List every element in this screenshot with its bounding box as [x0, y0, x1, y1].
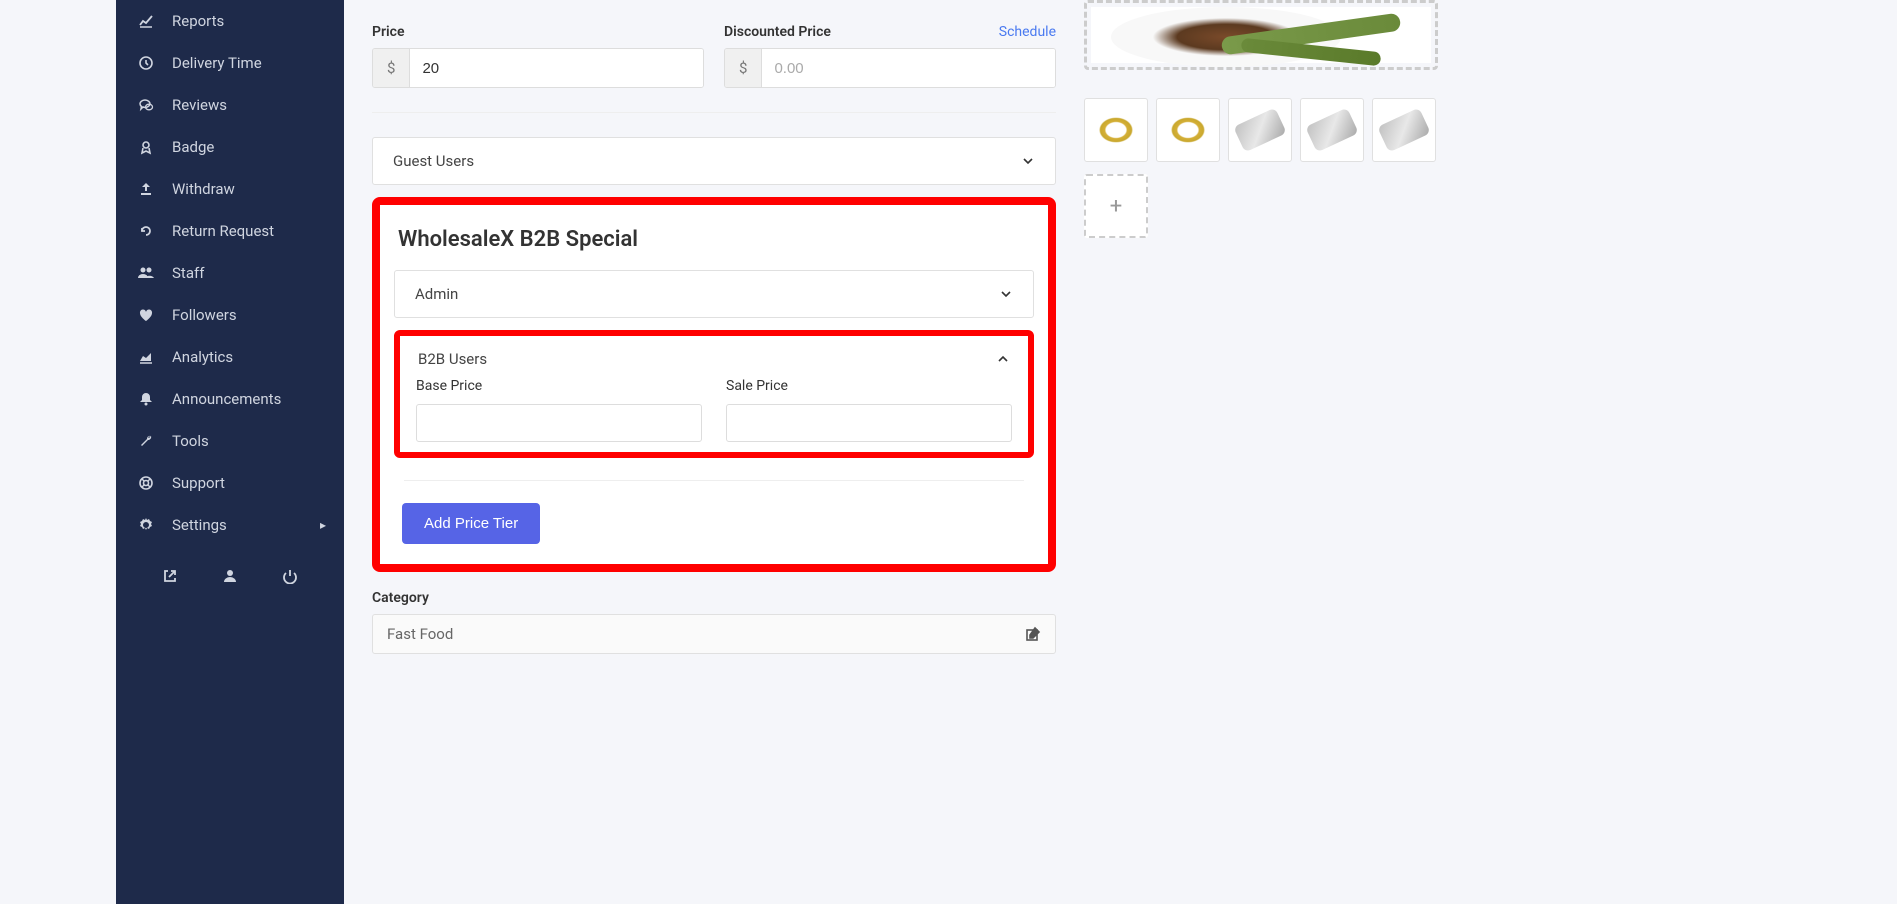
sidebar-item-announcements[interactable]: Announcements — [116, 378, 344, 420]
sidebar-item-label: Reports — [172, 12, 326, 30]
sidebar-item-reviews[interactable]: Reviews — [116, 84, 344, 126]
users-icon — [134, 263, 158, 283]
sidebar-item-support[interactable]: Support — [116, 462, 344, 504]
price-col: Price $ — [372, 24, 704, 88]
b2b-users-block: B2B Users Base Price Sale Price — [394, 330, 1034, 458]
currency-addon: $ — [373, 49, 410, 87]
add-price-tier-button[interactable]: Add Price Tier — [402, 503, 540, 544]
sidebar-item-badge[interactable]: Badge — [116, 126, 344, 168]
thumbnail[interactable] — [1300, 98, 1364, 162]
sidebar-item-label: Delivery Time — [172, 54, 326, 72]
thumbnail[interactable] — [1084, 98, 1148, 162]
power-icon[interactable] — [282, 568, 298, 584]
sidebar-item-delivery-time[interactable]: Delivery Time — [116, 42, 344, 84]
upload-icon — [134, 179, 158, 199]
sidebar-item-label: Staff — [172, 264, 326, 282]
category-label: Category — [372, 590, 1056, 606]
tier-divider — [404, 480, 1024, 481]
category-field[interactable]: Fast Food — [372, 614, 1056, 654]
sidebar-item-followers[interactable]: Followers — [116, 294, 344, 336]
clock-icon — [134, 53, 158, 73]
add-thumbnail-button[interactable]: + — [1084, 174, 1148, 238]
sidebar-item-label: Settings — [172, 516, 314, 534]
base-price-input[interactable] — [416, 404, 702, 442]
user-icon[interactable] — [222, 568, 238, 584]
heart-icon — [134, 305, 158, 325]
thumbnail[interactable] — [1156, 98, 1220, 162]
bell-icon — [134, 389, 158, 409]
b2b-label: B2B Users — [418, 350, 487, 368]
thumbnail[interactable] — [1228, 98, 1292, 162]
area-chart-icon — [134, 347, 158, 367]
discounted-input-group: $ — [724, 48, 1056, 88]
admin-label: Admin — [415, 285, 458, 303]
wrench-icon — [134, 431, 158, 451]
sidebar-item-label: Return Request — [172, 222, 326, 240]
sidebar-item-return-request[interactable]: Return Request — [116, 210, 344, 252]
sidebar: Reports Delivery Time Reviews Badge With… — [116, 0, 344, 904]
main-content: Price $ Discounted Price Schedule $ — [344, 0, 1084, 904]
price-row: Price $ Discounted Price Schedule $ — [372, 24, 1056, 88]
chevron-down-icon — [1021, 154, 1035, 168]
wholesalex-title: WholesaleX B2B Special — [398, 227, 1034, 252]
plus-icon: + — [1110, 194, 1122, 219]
undo-icon — [134, 221, 158, 241]
divider — [372, 112, 1056, 113]
wholesalex-section: WholesaleX B2B Special Admin B2B Users — [372, 197, 1056, 572]
admin-header[interactable]: Admin — [395, 271, 1033, 317]
price-label: Price — [372, 24, 704, 40]
sidebar-item-label: Tools — [172, 432, 326, 450]
gear-icon — [134, 515, 158, 535]
thumbnail[interactable] — [1372, 98, 1436, 162]
guest-users-label: Guest Users — [393, 152, 474, 170]
life-ring-icon — [134, 473, 158, 493]
price-input-group: $ — [372, 48, 704, 88]
category-value: Fast Food — [387, 625, 453, 643]
discounted-price-input[interactable] — [762, 49, 1055, 87]
sidebar-item-staff[interactable]: Staff — [116, 252, 344, 294]
base-price-col: Base Price — [416, 378, 702, 442]
chat-icon — [134, 95, 158, 115]
sidebar-bottom — [116, 554, 344, 598]
currency-addon: $ — [725, 49, 762, 87]
hero-image-content — [1091, 7, 1431, 63]
discounted-label: Discounted Price Schedule — [724, 24, 1056, 40]
base-price-label: Base Price — [416, 378, 702, 394]
schedule-link[interactable]: Schedule — [999, 24, 1056, 40]
sidebar-item-label: Support — [172, 474, 326, 492]
sale-price-col: Sale Price — [726, 378, 1012, 442]
image-panel: + — [1084, 0, 1478, 904]
chevron-right-icon: ▸ — [320, 518, 326, 532]
sidebar-item-label: Analytics — [172, 348, 326, 366]
sidebar-item-label: Announcements — [172, 390, 326, 408]
sidebar-item-analytics[interactable]: Analytics — [116, 336, 344, 378]
edit-icon[interactable] — [1025, 626, 1041, 642]
sidebar-item-withdraw[interactable]: Withdraw — [116, 168, 344, 210]
guest-users-header[interactable]: Guest Users — [373, 138, 1055, 184]
discounted-label-text: Discounted Price — [724, 24, 831, 40]
thumbnail-row — [1084, 98, 1438, 162]
guest-users-accordion: Guest Users — [372, 137, 1056, 185]
price-input[interactable] — [410, 49, 703, 87]
product-hero-image[interactable] — [1084, 0, 1438, 70]
sidebar-item-label: Badge — [172, 138, 326, 156]
category-section: Category Fast Food — [372, 590, 1056, 654]
sale-price-input[interactable] — [726, 404, 1012, 442]
chevron-up-icon — [996, 352, 1010, 366]
sale-price-label: Sale Price — [726, 378, 1012, 394]
sidebar-item-settings[interactable]: Settings ▸ — [116, 504, 344, 546]
badge-icon — [134, 137, 158, 157]
admin-accordion: Admin — [394, 270, 1034, 318]
sidebar-item-label: Reviews — [172, 96, 326, 114]
sidebar-item-reports[interactable]: Reports — [116, 0, 344, 42]
b2b-header[interactable]: B2B Users — [410, 344, 1018, 378]
external-link-icon[interactable] — [162, 568, 178, 584]
b2b-price-fields: Base Price Sale Price — [410, 378, 1018, 442]
chevron-down-icon — [999, 287, 1013, 301]
sidebar-item-tools[interactable]: Tools — [116, 420, 344, 462]
sidebar-item-label: Followers — [172, 306, 326, 324]
chart-icon — [134, 11, 158, 31]
sidebar-item-label: Withdraw — [172, 180, 326, 198]
discounted-col: Discounted Price Schedule $ — [724, 24, 1056, 88]
